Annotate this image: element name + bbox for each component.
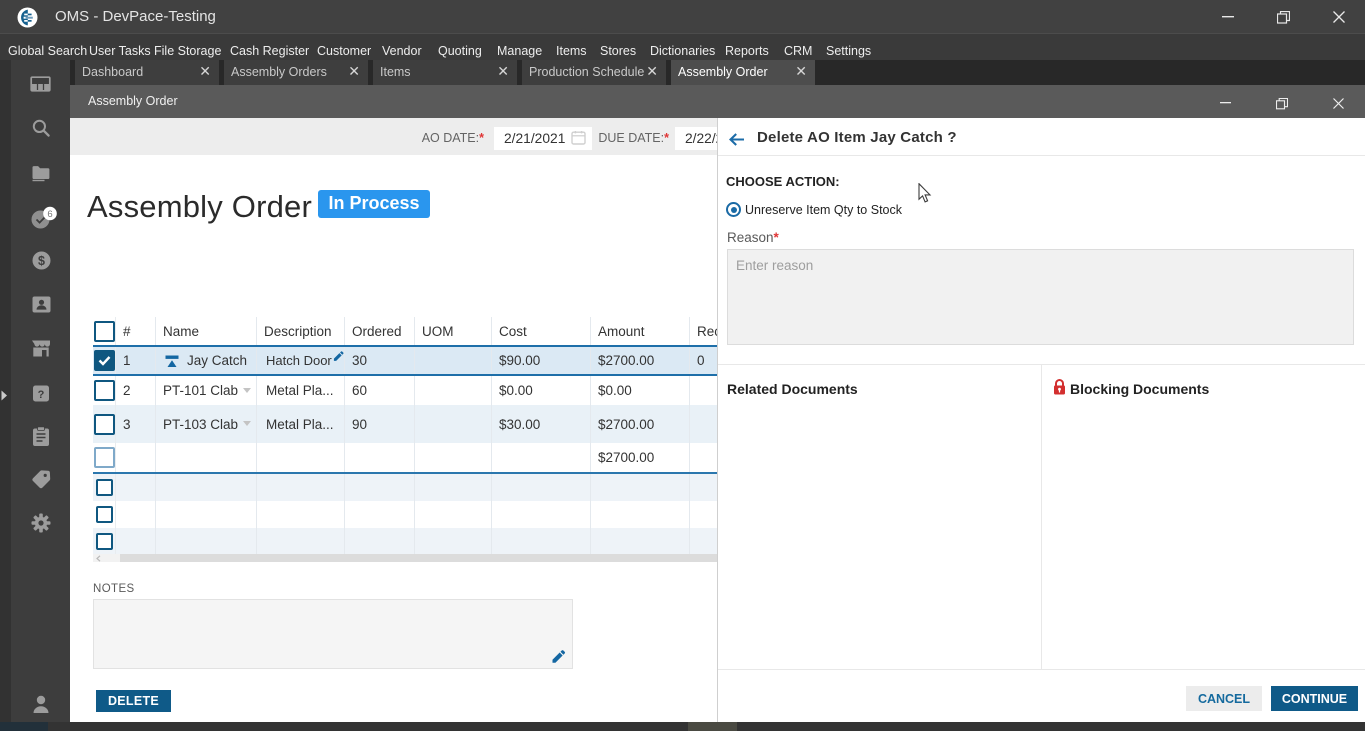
svg-text:6: 6 xyxy=(47,209,52,220)
svg-text:?: ? xyxy=(38,389,45,401)
svg-text:$: $ xyxy=(38,254,45,268)
